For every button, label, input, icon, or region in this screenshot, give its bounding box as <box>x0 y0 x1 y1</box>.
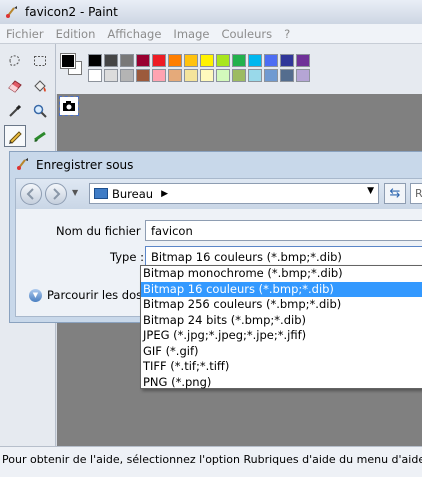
search-input[interactable]: R <box>410 183 422 204</box>
location-dropdown-icon[interactable]: ▼ <box>367 186 374 196</box>
back-button[interactable] <box>20 183 42 205</box>
color-swatch[interactable] <box>120 69 134 82</box>
color-swatch[interactable] <box>136 69 150 82</box>
type-option[interactable]: GIF (*.gif) <box>141 344 422 360</box>
folder-icon <box>94 188 108 199</box>
color-swatch[interactable] <box>152 69 166 82</box>
menu-fichier[interactable]: Fichier <box>0 27 50 41</box>
history-dropdown-icon[interactable]: ▼ <box>72 188 78 197</box>
magnifier-icon[interactable] <box>29 100 51 122</box>
color-swatch[interactable] <box>120 54 134 67</box>
brush-icon[interactable] <box>29 125 51 147</box>
color-swatch[interactable] <box>88 69 102 82</box>
color-swatch[interactable] <box>136 54 150 67</box>
title-bar: favicon2 - Paint <box>0 0 422 24</box>
color-swatch[interactable] <box>248 54 262 67</box>
color-swatch[interactable] <box>200 54 214 67</box>
color-swatch[interactable] <box>184 69 198 82</box>
type-label: Type : <box>110 250 144 264</box>
color-swatch[interactable] <box>232 54 246 67</box>
status-text: Pour obtenir de l'aide, sélectionnez l'o… <box>2 453 422 466</box>
filename-label: Nom du fichier : <box>56 224 149 238</box>
rect-select-icon[interactable] <box>29 50 51 72</box>
type-option[interactable]: Bitmap 256 couleurs (*.bmp;*.dib) <box>141 297 422 313</box>
color-swatch[interactable] <box>104 54 118 67</box>
file-type-dropdown: Bitmap monochrome (*.bmp;*.dib) Bitmap 1… <box>140 265 422 389</box>
navigation-bar: ▼ Bureau ▶ ▼ ⇆ R <box>16 179 422 209</box>
color-picker-icon[interactable] <box>4 100 26 122</box>
type-option[interactable]: JPEG (*.jpg;*.jpeg;*.jpe;*.jfif) <box>141 328 422 344</box>
dialog-title-bar: Enregistrer sous <box>10 152 422 178</box>
pencil-icon[interactable] <box>4 125 26 147</box>
camera-icon <box>63 101 75 111</box>
type-option[interactable]: PNG (*.png) <box>141 375 422 391</box>
browse-folders-button[interactable]: ▼ Parcourir les doss <box>29 288 148 302</box>
forward-button[interactable] <box>45 183 67 205</box>
color-swatch[interactable] <box>248 69 262 82</box>
dialog-title: Enregistrer sous <box>36 158 134 172</box>
menu-help[interactable]: ? <box>278 27 296 41</box>
file-type-select[interactable]: Bitmap 16 couleurs (*.bmp;*.dib) <box>145 246 422 267</box>
color-swatch[interactable] <box>200 69 214 82</box>
refresh-button[interactable]: ⇆ <box>384 183 406 204</box>
foreground-color[interactable] <box>60 53 76 69</box>
color-swatch[interactable] <box>88 54 102 67</box>
color-swatch[interactable] <box>280 54 294 67</box>
color-swatch[interactable] <box>216 54 230 67</box>
fill-icon[interactable] <box>29 75 51 97</box>
type-option[interactable]: Bitmap monochrome (*.bmp;*.dib) <box>141 266 422 282</box>
color-swatch[interactable] <box>184 54 198 67</box>
swatch-grid <box>88 54 311 83</box>
color-swatch[interactable] <box>264 69 278 82</box>
color-swatch[interactable] <box>104 69 118 82</box>
browse-folders-label: Parcourir les doss <box>47 288 149 302</box>
color-swatch[interactable] <box>232 69 246 82</box>
filename-input[interactable]: favicon <box>145 220 422 241</box>
menu-couleurs[interactable]: Couleurs <box>215 27 278 41</box>
color-palette <box>56 44 422 94</box>
type-option[interactable]: Bitmap 24 bits (*.bmp;*.dib) <box>141 313 422 329</box>
chevron-down-icon: ▼ <box>29 288 42 302</box>
color-swatch[interactable] <box>264 54 278 67</box>
refresh-icon: ⇆ <box>389 186 401 201</box>
color-swatch[interactable] <box>296 54 310 67</box>
status-bar: Pour obtenir de l'aide, sélectionnez l'o… <box>0 446 422 477</box>
arrow-left-icon <box>26 188 34 200</box>
color-swatch[interactable] <box>168 54 182 67</box>
color-swatch[interactable] <box>296 69 310 82</box>
color-swatch[interactable] <box>168 69 182 82</box>
type-option[interactable]: TIFF (*.tif;*.tiff) <box>141 359 422 375</box>
location-bar[interactable]: Bureau ▶ ▼ <box>89 183 379 204</box>
eraser-icon[interactable] <box>4 75 26 97</box>
menu-bar: Fichier Edition Affichage Image Couleurs… <box>0 24 422 44</box>
image-canvas[interactable] <box>59 96 79 116</box>
menu-edition[interactable]: Edition <box>50 27 102 41</box>
paint-app-icon <box>16 157 30 174</box>
arrow-right-icon <box>53 188 61 200</box>
menu-affichage[interactable]: Affichage <box>101 27 167 41</box>
paint-app-icon <box>5 5 19 19</box>
color-swatch[interactable] <box>216 69 230 82</box>
breadcrumb-arrow-icon[interactable]: ▶ <box>161 189 168 199</box>
type-option-selected[interactable]: Bitmap 16 couleurs (*.bmp;*.dib) <box>141 281 422 297</box>
window-title: favicon2 - Paint <box>25 5 118 19</box>
menu-image[interactable]: Image <box>167 27 215 41</box>
current-colors[interactable] <box>59 52 83 76</box>
color-swatch[interactable] <box>280 69 294 82</box>
free-select-icon[interactable] <box>4 50 26 72</box>
color-swatch[interactable] <box>152 54 166 67</box>
location-text: Bureau <box>112 186 154 201</box>
